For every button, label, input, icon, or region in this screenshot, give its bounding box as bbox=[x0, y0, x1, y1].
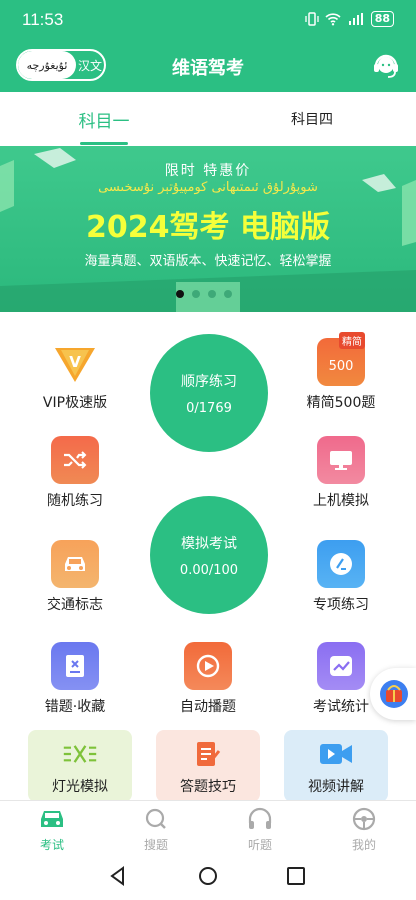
pagination-dot[interactable] bbox=[192, 290, 200, 298]
computer-simulation-item[interactable]: 上机模拟 bbox=[286, 436, 396, 510]
simplified-500-number: 500 bbox=[328, 358, 354, 374]
subject-tabs: 科目一 科目四 bbox=[0, 92, 416, 146]
recents-icon[interactable] bbox=[286, 866, 306, 886]
nav-listen[interactable]: 听题 bbox=[208, 801, 312, 852]
mock-exam-button[interactable]: 模拟考试 0.00/100 bbox=[150, 496, 268, 614]
answer-tips-label: 答题技巧 bbox=[180, 779, 236, 795]
document-x-icon bbox=[51, 642, 99, 690]
tab-subject-four[interactable]: 科目四 bbox=[262, 92, 362, 146]
feature-grid: V VIP极速版 顺序练习 0/1769 精简 500 精简500题 随机练习 … bbox=[0, 312, 416, 802]
sequential-practice-button[interactable]: 顺序练习 0/1769 bbox=[150, 334, 268, 452]
nav-listen-label: 听题 bbox=[247, 838, 272, 852]
video-lessons-card[interactable]: 视频讲解 bbox=[284, 730, 388, 802]
tab-subject-one[interactable]: 科目一 bbox=[54, 92, 154, 146]
headphones-icon bbox=[248, 807, 272, 829]
computer-simulation-label: 上机模拟 bbox=[313, 493, 369, 509]
active-tab-indicator bbox=[80, 142, 128, 145]
vip-express-item[interactable]: V VIP极速版 bbox=[20, 338, 130, 412]
nav-exam-label: 考试 bbox=[39, 838, 64, 852]
nav-search[interactable]: 搜题 bbox=[104, 801, 208, 852]
video-camera-icon bbox=[318, 738, 354, 770]
sequential-practice-progress: 0/1769 bbox=[186, 400, 232, 416]
banner-subtitle: 海量真题、双语版本、快速记忆、轻松掌握 bbox=[84, 254, 332, 269]
app-header: ئۇيغۇرچە 汉文 维语驾考 bbox=[0, 40, 416, 92]
pagination-dot[interactable] bbox=[224, 290, 232, 298]
mistakes-favorites-label: 错题·收藏 bbox=[44, 699, 106, 715]
vibrate-icon bbox=[305, 12, 319, 26]
system-navigation-bar bbox=[0, 852, 416, 900]
page-title: 维语驾考 bbox=[172, 58, 244, 79]
notepad-pen-icon bbox=[190, 738, 226, 770]
mistakes-favorites-item[interactable]: 错题·收藏 bbox=[20, 642, 130, 716]
gift-icon bbox=[380, 680, 408, 708]
status-bar: 11:53 88 bbox=[0, 0, 416, 40]
chart-line-icon bbox=[317, 642, 365, 690]
car-icon bbox=[51, 540, 99, 588]
banner-pagination bbox=[176, 290, 232, 298]
pagination-dot[interactable] bbox=[208, 290, 216, 298]
mock-exam-title: 模拟考试 bbox=[181, 535, 237, 552]
simplified-500-icon: 精简 500 bbox=[317, 332, 365, 386]
simplified-badge: 精简 bbox=[339, 332, 365, 349]
wifi-icon bbox=[325, 13, 341, 26]
auto-play-item[interactable]: 自动播题 bbox=[153, 642, 263, 716]
pen-circle-icon bbox=[317, 540, 365, 588]
vip-label: VIP极速版 bbox=[42, 395, 108, 411]
customer-service-icon[interactable] bbox=[372, 52, 400, 80]
random-practice-label: 随机练习 bbox=[47, 493, 103, 509]
nav-profile[interactable]: 我的 bbox=[312, 801, 416, 852]
battery-indicator: 88 bbox=[370, 11, 394, 27]
nav-search-label: 搜题 bbox=[143, 838, 168, 852]
answer-tips-card[interactable]: 答题技巧 bbox=[156, 730, 260, 802]
vip-icon: V bbox=[51, 338, 99, 386]
status-time: 11:53 bbox=[22, 10, 64, 29]
nav-exam[interactable]: 考试 bbox=[0, 801, 104, 852]
video-lessons-label: 视频讲解 bbox=[308, 779, 364, 795]
bottom-navigation: 考试 搜题 听题 我的 bbox=[0, 800, 416, 852]
auto-play-label: 自动播题 bbox=[180, 699, 236, 715]
shuffle-icon bbox=[51, 436, 99, 484]
random-practice-item[interactable]: 随机练习 bbox=[20, 436, 130, 510]
pagination-dot[interactable] bbox=[176, 290, 184, 298]
headlight-icon bbox=[62, 738, 98, 770]
light-simulation-card[interactable]: 灯光模拟 bbox=[28, 730, 132, 802]
banner-headline: 2024驾考 电脑版 bbox=[86, 210, 330, 245]
search-icon bbox=[145, 808, 166, 829]
banner-uyghur-text: شوپۇرلۇق ئىمتىھانى كومپيۇتېر نۇسخىسى bbox=[98, 180, 318, 195]
special-practice-item[interactable]: 专项练习 bbox=[286, 540, 396, 614]
play-refresh-icon bbox=[184, 642, 232, 690]
simplified-500-item[interactable]: 精简 500 精简500题 bbox=[286, 332, 396, 412]
promo-banner[interactable]: 限时 特惠价 شوپۇرلۇق ئىمتىھانى كومپيۇتېر نۇسخ… bbox=[0, 146, 416, 312]
light-simulation-label: 灯光模拟 bbox=[52, 779, 108, 795]
sequential-practice-title: 顺序练习 bbox=[181, 373, 237, 390]
back-icon[interactable] bbox=[108, 866, 128, 886]
banner-promo-text: 限时 特惠价 bbox=[164, 163, 252, 179]
signal-icon bbox=[348, 13, 363, 25]
floating-gift-button[interactable] bbox=[370, 668, 416, 720]
car-icon bbox=[41, 811, 63, 827]
simplified-500-label: 精简500题 bbox=[306, 395, 376, 411]
traffic-signs-label: 交通标志 bbox=[47, 597, 103, 613]
traffic-signs-item[interactable]: 交通标志 bbox=[20, 540, 130, 614]
steering-wheel-icon bbox=[352, 807, 376, 831]
mock-exam-score: 0.00/100 bbox=[179, 562, 239, 578]
monitor-icon bbox=[317, 436, 365, 484]
svg-text:V: V bbox=[69, 353, 81, 371]
status-icons: 88 bbox=[305, 11, 394, 27]
nav-profile-label: 我的 bbox=[351, 838, 376, 852]
home-icon[interactable] bbox=[198, 866, 218, 886]
special-practice-label: 专项练习 bbox=[313, 597, 369, 613]
